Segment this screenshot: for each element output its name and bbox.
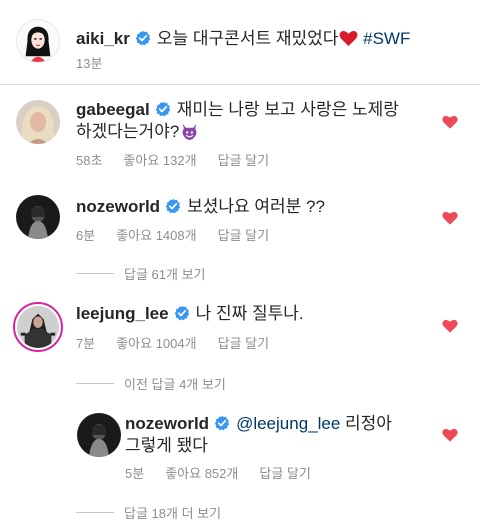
like-heart-icon[interactable] [442, 318, 458, 334]
verified-badge-icon [174, 305, 189, 321]
view-previous-label: 이전 답글 4개 보기 [124, 377, 226, 392]
avatar-photo-icon [16, 100, 60, 144]
comment-body: 재미는 나랑 보고 사랑은 노제랑 [176, 100, 399, 119]
scrollbar[interactable] [474, 84, 480, 524]
divider-line [76, 273, 114, 274]
comment-body: 보셨나요 여러분 ?? [187, 197, 325, 216]
reply-button[interactable]: 답글 달기 [259, 466, 310, 481]
comment-likes[interactable]: 좋아요 1004개 [116, 336, 196, 351]
comment-meta: 7분 좋아요 1004개 답글 달기 [76, 333, 269, 352]
comment-meta: 6분 좋아요 1408개 답글 달기 [76, 225, 269, 244]
reply-body: 리정아 [345, 414, 392, 433]
verified-badge-icon [135, 30, 151, 46]
like-heart-icon[interactable] [442, 114, 458, 130]
avatar-photo-icon [16, 195, 60, 239]
red-heart-emoji-icon [339, 31, 358, 47]
reply-button[interactable]: 답글 달기 [218, 153, 269, 168]
comment-body: 나 진짜 질투나. [195, 304, 304, 323]
view-replies-label: 답글 61개 보기 [124, 267, 206, 282]
comment-text: gabeegal 재미는 나랑 보고 사랑은 노제랑 하겠다는거야? [76, 99, 421, 143]
divider-line [76, 383, 114, 384]
avatar[interactable] [16, 195, 60, 239]
reply-likes[interactable]: 좋아요 852개 [165, 466, 238, 481]
caption-username[interactable]: aiki_kr [76, 29, 130, 48]
divider-line [76, 512, 114, 513]
comment-username[interactable]: gabeegal [76, 100, 150, 119]
caption-hashtag[interactable]: #SWF [363, 29, 410, 48]
comment-username[interactable]: nozeworld [76, 197, 160, 216]
reply-meta: 5분 좋아요 852개 답글 달기 [125, 463, 311, 482]
view-replies-button[interactable]: 답글 61개 보기 [76, 264, 205, 283]
reply-text: nozeworld @leejung_lee 리정아 그렇게 됐다 [125, 413, 425, 457]
reply-username[interactable]: nozeworld [125, 414, 209, 433]
reply-button[interactable]: 답글 달기 [218, 336, 269, 351]
reply-mention[interactable]: @leejung_lee [236, 414, 340, 433]
like-heart-icon[interactable] [442, 210, 458, 226]
reply-button[interactable]: 답글 달기 [218, 228, 269, 243]
comment-time: 7분 [76, 336, 96, 351]
view-more-label: 답글 18개 더 보기 [124, 506, 222, 521]
caption-time: 13분 [76, 56, 103, 71]
avatar-illustration-icon [17, 20, 59, 62]
avatar[interactable] [16, 19, 60, 63]
post-caption: aiki_kr 오늘 대구콘서트 재밌었다 #SWF 13분 [0, 0, 480, 85]
comment-likes[interactable]: 좋아요 1408개 [116, 228, 196, 243]
avatar[interactable] [16, 100, 60, 144]
comment-meta: 58초 좋아요 132개 답글 달기 [76, 150, 269, 169]
verified-badge-icon [155, 101, 170, 117]
comment-time: 58초 [76, 153, 103, 168]
comment-time: 6분 [76, 228, 96, 243]
avatar-photo-icon [17, 306, 59, 348]
comment-text: leejung_lee 나 진짜 질투나. [76, 303, 304, 325]
comment-likes[interactable]: 좋아요 132개 [123, 153, 196, 168]
verified-badge-icon [165, 198, 181, 214]
avatar[interactable] [13, 302, 63, 352]
comment-body-line2: 하겠다는거야? [76, 122, 180, 141]
reply-time: 5분 [125, 466, 145, 481]
comment-text: nozeworld 보셨나요 여러분 ?? [76, 196, 325, 218]
like-heart-icon[interactable] [442, 427, 458, 443]
caption-body: 오늘 대구콘서트 재밌었다 [156, 29, 339, 48]
avatar[interactable] [77, 413, 121, 457]
comment-username[interactable]: leejung_lee [76, 304, 169, 323]
caption-meta: 13분 [76, 53, 102, 72]
verified-badge-icon [214, 415, 230, 431]
avatar-photo-icon [77, 413, 121, 457]
reply-body-line2: 그렇게 됐다 [125, 436, 208, 455]
caption-text: aiki_kr 오늘 대구콘서트 재밌었다 #SWF [76, 28, 410, 50]
view-previous-replies-button[interactable]: 이전 답글 4개 보기 [76, 374, 226, 393]
smiling-devil-emoji-icon [182, 123, 197, 141]
view-more-replies-button[interactable]: 답글 18개 더 보기 [76, 503, 221, 522]
